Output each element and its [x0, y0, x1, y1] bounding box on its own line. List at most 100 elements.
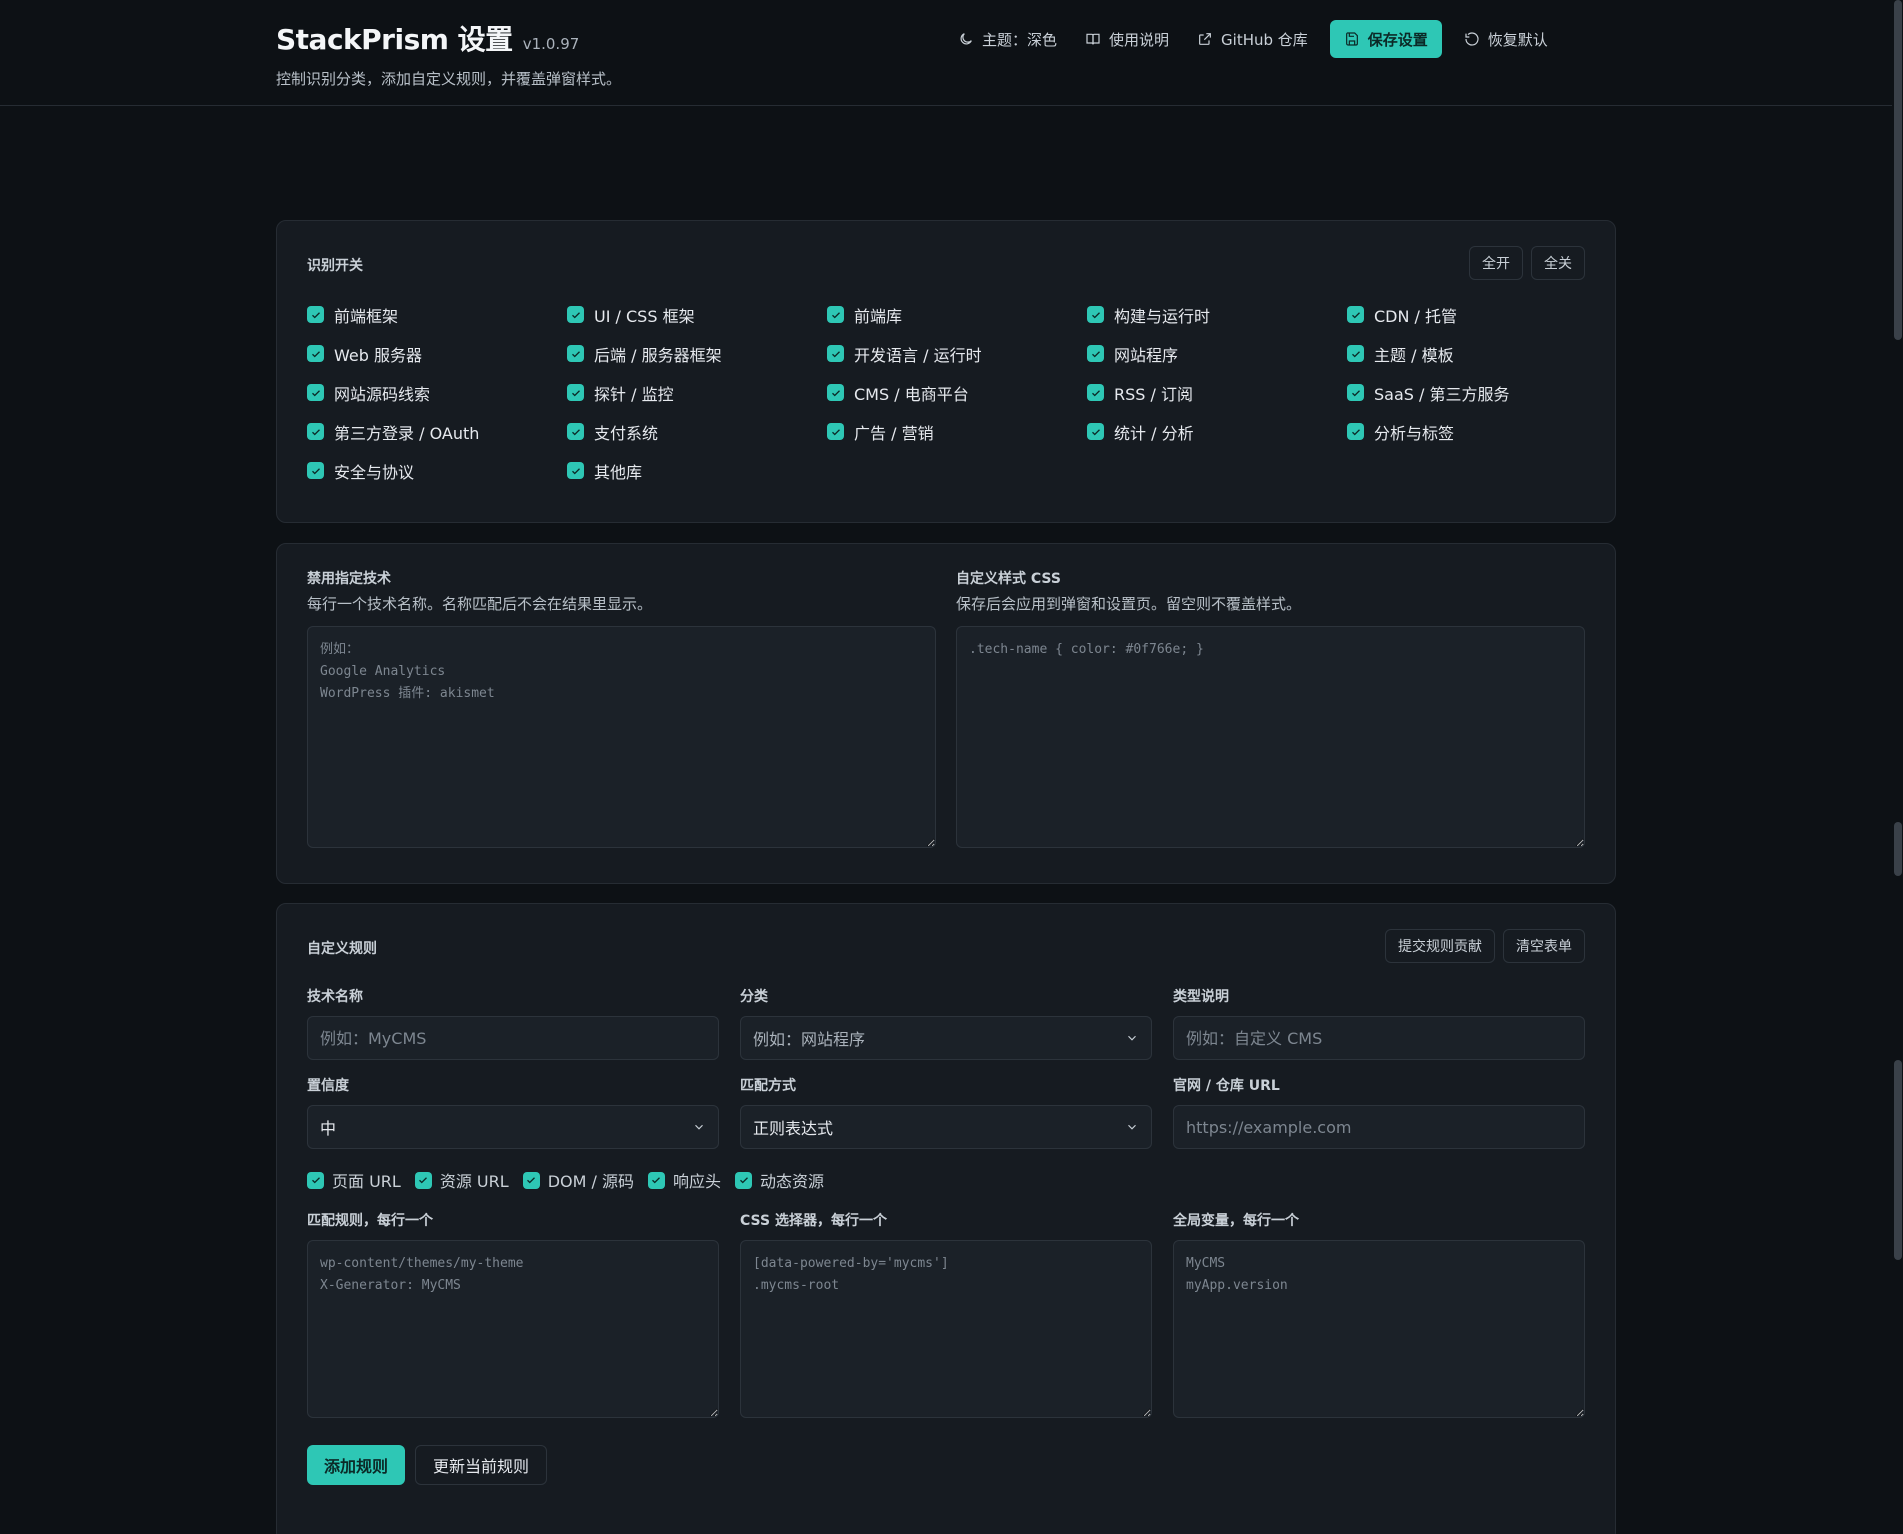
toggle-item[interactable]: CDN / 托管: [1347, 303, 1607, 326]
submit-contribution-button[interactable]: 提交规则贡献: [1385, 929, 1495, 963]
overrides-card: 禁用指定技术 每行一个技术名称。名称匹配后不会在结果里显示。 自定义样式 CSS…: [276, 543, 1616, 884]
source-checkbox[interactable]: 资源 URL: [414, 1168, 509, 1192]
checkbox-checked-icon[interactable]: [307, 384, 324, 401]
globals-textarea[interactable]: [1173, 1240, 1585, 1418]
source-checkbox[interactable]: 响应头: [647, 1168, 721, 1192]
update-rule-button[interactable]: 更新当前规则: [415, 1445, 548, 1485]
docs-button[interactable]: 使用说明: [1071, 20, 1183, 58]
toggle-item[interactable]: 统计 / 分析: [1087, 420, 1347, 443]
source-checkbox[interactable]: 动态资源: [735, 1168, 824, 1192]
checkbox-checked-icon[interactable]: [1087, 345, 1104, 362]
save-button-label: 保存设置: [1367, 30, 1428, 49]
chevron-down-icon: [695, 1124, 703, 1130]
checkbox-checked-icon[interactable]: [1347, 306, 1364, 323]
checkbox-checked-icon[interactable]: [307, 306, 324, 323]
toggle-item[interactable]: 支付系统: [567, 420, 827, 443]
toggle-label: 广告 / 营销: [854, 423, 934, 443]
reset-button-label: 恢复默认: [1487, 30, 1548, 49]
checkbox-checked-icon[interactable]: [307, 345, 324, 362]
source-label: DOM / 源码: [547, 1172, 634, 1191]
checkbox-checked-icon[interactable]: [1347, 423, 1364, 440]
toggle-item[interactable]: RSS / 订阅: [1087, 381, 1347, 404]
tech-name-input[interactable]: [307, 1016, 719, 1060]
toggle-item[interactable]: CMS / 电商平台: [827, 381, 1087, 404]
checkbox-checked-icon[interactable]: [307, 1171, 324, 1189]
checkbox-checked-icon[interactable]: [307, 423, 324, 440]
add-rule-button[interactable]: 添加规则: [307, 1445, 406, 1485]
toggle-item[interactable]: 开发语言 / 运行时: [827, 342, 1087, 365]
external-link-icon: [1199, 33, 1211, 45]
toggle-label: 网站程序: [1114, 345, 1179, 365]
checkbox-checked-icon[interactable]: [567, 423, 584, 440]
toggle-item[interactable]: Web 服务器: [307, 342, 567, 365]
toggle-label: SaaS / 第三方服务: [1374, 384, 1510, 404]
chevron-down-icon: [1128, 1035, 1136, 1041]
url-input[interactable]: [1173, 1105, 1585, 1149]
source-label: 资源 URL: [439, 1172, 509, 1191]
toggle-item[interactable]: 分析与标签: [1347, 420, 1607, 443]
custom-css-desc: 保存后会应用到弹窗和设置页。留空则不覆盖样式。: [956, 595, 1302, 613]
toggle-item[interactable]: 探针 / 监控: [567, 381, 827, 404]
toggle-item[interactable]: 前端框架: [307, 303, 567, 326]
toggle-item[interactable]: 构建与运行时: [1087, 303, 1347, 326]
checkbox-checked-icon[interactable]: [827, 345, 844, 362]
patterns-textarea[interactable]: [307, 1240, 719, 1418]
toggle-item[interactable]: 网站程序: [1087, 342, 1347, 365]
toggle-item[interactable]: SaaS / 第三方服务: [1347, 381, 1607, 404]
toggle-item[interactable]: UI / CSS 框架: [567, 303, 827, 326]
clear-form-button[interactable]: 清空表单: [1503, 929, 1585, 963]
save-button[interactable]: 保存设置: [1329, 20, 1442, 58]
checkbox-checked-icon[interactable]: [414, 1171, 432, 1189]
toggle-label: 分析与标签: [1374, 423, 1455, 443]
theme-button[interactable]: 主题：深色: [944, 20, 1071, 58]
app-subtitle: 控制识别分类，添加自定义规则，并覆盖弹窗样式。: [276, 70, 622, 88]
toggle-item[interactable]: 网站源码线索: [307, 381, 567, 404]
category-label: 分类: [740, 989, 768, 1005]
checkbox-checked-icon[interactable]: [307, 462, 324, 479]
moon-icon: [960, 33, 972, 45]
toggle-item[interactable]: 后端 / 服务器框架: [567, 342, 827, 365]
checkbox-checked-icon[interactable]: [567, 462, 584, 479]
toggle-item[interactable]: 安全与协议: [307, 459, 567, 482]
checkbox-checked-icon[interactable]: [1087, 384, 1104, 401]
checkbox-checked-icon[interactable]: [827, 423, 844, 440]
checkbox-checked-icon[interactable]: [567, 306, 584, 323]
reset-button[interactable]: 恢复默认: [1450, 20, 1562, 58]
toggle-item[interactable]: 主题 / 模板: [1347, 342, 1607, 365]
checkbox-checked-icon[interactable]: [1087, 423, 1104, 440]
checkbox-checked-icon[interactable]: [647, 1171, 665, 1189]
checkbox-checked-icon[interactable]: [827, 306, 844, 323]
custom-css-textarea[interactable]: [956, 626, 1585, 848]
disable-all-button[interactable]: 全关: [1531, 246, 1585, 280]
category-select[interactable]: 例如：网站程序: [740, 1016, 1152, 1060]
match-mode-select[interactable]: 正则表达式: [740, 1105, 1152, 1149]
url-label: 官网 / 仓库 URL: [1173, 1078, 1280, 1094]
checkbox-checked-icon[interactable]: [735, 1171, 752, 1189]
toggle-item[interactable]: 其他库: [567, 459, 827, 482]
checkbox-checked-icon[interactable]: [522, 1171, 540, 1189]
type-desc-input[interactable]: [1173, 1016, 1585, 1060]
type-desc-label: 类型说明: [1173, 989, 1229, 1005]
source-checkbox[interactable]: 页面 URL: [307, 1168, 401, 1192]
checkbox-checked-icon[interactable]: [1347, 384, 1364, 401]
toggle-item[interactable]: 前端库: [827, 303, 1087, 326]
scrollbar[interactable]: [1892, 0, 1903, 1534]
checkbox-checked-icon[interactable]: [827, 384, 844, 401]
toggle-label: 后端 / 服务器框架: [594, 345, 722, 365]
toggle-item[interactable]: 第三方登录 / OAuth: [307, 420, 567, 443]
toggle-item[interactable]: 广告 / 营销: [827, 420, 1087, 443]
checkbox-checked-icon[interactable]: [567, 345, 584, 362]
checkbox-checked-icon[interactable]: [1347, 345, 1364, 362]
source-checkbox[interactable]: DOM / 源码: [522, 1168, 634, 1192]
save-icon: [1345, 32, 1358, 46]
disabled-tech-textarea[interactable]: [307, 626, 936, 848]
checkbox-checked-icon[interactable]: [567, 384, 584, 401]
confidence-select[interactable]: 中: [307, 1105, 719, 1149]
enable-all-button[interactable]: 全开: [1469, 246, 1523, 280]
docs-button-label: 使用说明: [1109, 30, 1170, 49]
checkbox-checked-icon[interactable]: [1087, 306, 1104, 323]
github-button[interactable]: GitHub 仓库: [1183, 20, 1322, 58]
patterns-label: 匹配规则，每行一个: [307, 1213, 433, 1229]
selectors-textarea[interactable]: [740, 1240, 1152, 1418]
scroll-thumb[interactable]: [1894, 0, 1902, 340]
